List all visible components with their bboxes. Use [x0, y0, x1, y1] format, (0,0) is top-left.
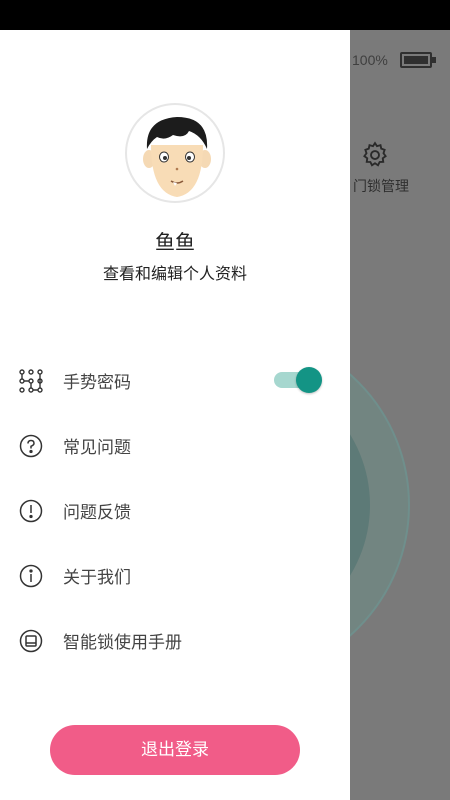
menu-item-label: 关于我们 — [63, 568, 131, 588]
menu-item-about-us[interactable]: 关于我们 — [0, 550, 350, 600]
battery-percentage: 100% — [352, 52, 388, 68]
menu-item-label: 手势密码 — [63, 373, 131, 393]
exclamation-circle-icon — [19, 499, 43, 523]
avatar-face-icon — [143, 117, 211, 197]
username: 鱼鱼 — [155, 230, 195, 254]
logout-button[interactable]: 退出登录 — [50, 725, 300, 775]
manual-icon — [19, 629, 43, 653]
menu-item-gesture-password[interactable]: 手势密码 — [0, 355, 350, 405]
gesture-password-toggle[interactable] — [274, 367, 322, 393]
gesture-pattern-icon — [19, 369, 43, 393]
lock-manage-label: 门锁管理 — [353, 179, 409, 195]
menu-item-label: 常见问题 — [63, 438, 131, 458]
gear-icon — [363, 141, 387, 167]
menu-item-smart-lock-manual[interactable]: 智能锁使用手册 — [0, 615, 350, 665]
toggle-knob — [296, 367, 322, 393]
navigation-drawer: 鱼鱼 查看和编辑个人资料 手势密码 常见问题 问题反馈 关于我们 智能锁使用手册… — [0, 30, 350, 800]
question-circle-icon — [19, 434, 43, 458]
info-circle-icon — [19, 564, 43, 588]
avatar[interactable] — [125, 103, 225, 203]
menu-item-label: 问题反馈 — [63, 503, 131, 523]
menu-item-feedback[interactable]: 问题反馈 — [0, 485, 350, 535]
status-bar — [0, 0, 450, 30]
menu-item-label: 智能锁使用手册 — [63, 633, 182, 653]
menu-item-faq[interactable]: 常见问题 — [0, 420, 350, 470]
edit-profile-link[interactable]: 查看和编辑个人资料 — [0, 260, 350, 284]
battery-icon — [400, 52, 436, 68]
